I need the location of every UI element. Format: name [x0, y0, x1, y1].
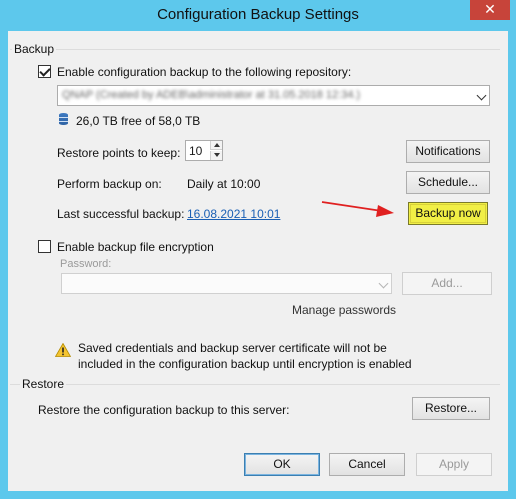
dialog-window: Configuration Backup Settings ✕ Backup E…	[0, 0, 516, 499]
backup-group-divider	[10, 49, 500, 50]
repository-select[interactable]: QNAP (Created by ADEB\administrator at 3…	[57, 85, 490, 106]
schedule-button[interactable]: Schedule...	[406, 171, 490, 194]
window-title: Configuration Backup Settings	[157, 6, 359, 23]
restore-points-label: Restore points to keep:	[57, 146, 181, 160]
warning-line-2: included in the configuration backup unt…	[78, 357, 412, 371]
encryption-label: Enable backup file encryption	[57, 240, 214, 254]
manage-passwords-link[interactable]: Manage passwords	[292, 303, 396, 317]
enable-backup-checkbox[interactable]	[38, 65, 51, 78]
last-backup-link[interactable]: 16.08.2021 10:01	[187, 207, 280, 221]
repository-value: QNAP (Created by ADEB\administrator at 3…	[62, 89, 361, 101]
warning-line-1: Saved credentials and backup server cert…	[78, 341, 387, 355]
restore-points-value: 10	[189, 144, 203, 158]
perform-backup-label: Perform backup on:	[57, 177, 162, 191]
annotation-arrow-icon	[321, 201, 394, 217]
restore-group-divider	[10, 384, 500, 385]
spin-up-icon[interactable]	[210, 141, 222, 150]
add-password-button[interactable]: Add...	[402, 272, 492, 295]
warning-icon	[55, 343, 71, 357]
apply-button[interactable]: Apply	[416, 453, 492, 476]
database-icon	[59, 113, 68, 125]
cancel-button[interactable]: Cancel	[329, 453, 405, 476]
close-button[interactable]: ✕	[470, 0, 510, 20]
free-space-text: 26,0 TB free of 58,0 TB	[76, 114, 201, 128]
restore-button[interactable]: Restore...	[412, 397, 490, 420]
password-label: Password:	[60, 258, 112, 270]
last-backup-label: Last successful backup:	[57, 207, 185, 221]
enable-backup-label: Enable configuration backup to the follo…	[57, 65, 352, 79]
backup-group-label: Backup	[12, 42, 57, 56]
encryption-checkbox[interactable]	[38, 240, 51, 253]
ok-button[interactable]: OK	[244, 453, 320, 476]
dialog-body: Backup Enable configuration backup to th…	[8, 31, 508, 491]
title-bar[interactable]: Configuration Backup Settings ✕	[0, 0, 516, 30]
spin-down-icon[interactable]	[210, 151, 222, 160]
chevron-down-icon	[378, 278, 389, 289]
restore-points-stepper[interactable]: 10	[185, 140, 223, 161]
backup-now-button[interactable]: Backup now	[408, 202, 488, 225]
perform-backup-value: Daily at 10:00	[187, 177, 261, 191]
notifications-button[interactable]: Notifications	[406, 140, 490, 163]
restore-group-label: Restore	[20, 377, 67, 391]
password-select[interactable]	[61, 273, 392, 294]
restore-label: Restore the configuration backup to this…	[38, 403, 290, 417]
chevron-down-icon	[476, 90, 487, 101]
